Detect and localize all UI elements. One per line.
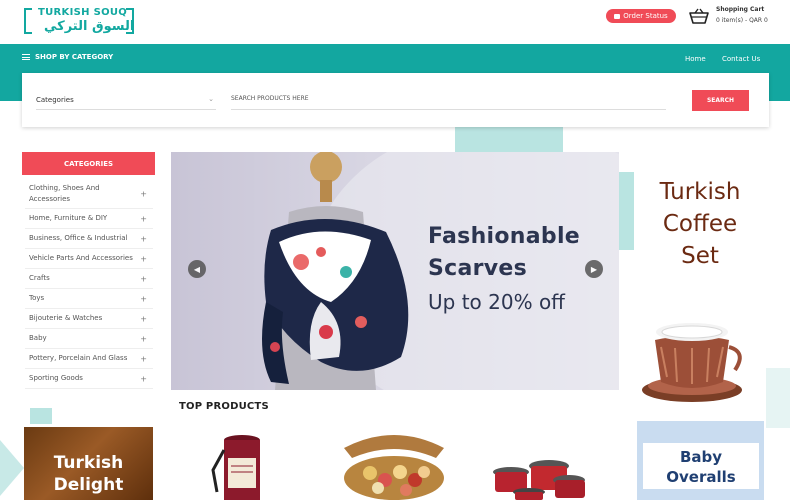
slide-offer: Up to 20% off [428, 290, 565, 314]
chevron-right-icon: ▶ [590, 264, 598, 274]
coffee-banner-line3: Set [681, 243, 719, 269]
plus-icon[interactable]: + [140, 313, 147, 324]
plus-icon[interactable]: + [140, 333, 147, 344]
sidebar-category-item[interactable]: Business, Office & Industrial + [25, 229, 153, 249]
coffee-banner-line2: Coffee [662, 211, 738, 237]
decorative-shape [0, 440, 24, 496]
category-label: Vehicle Parts And Accessories [29, 254, 133, 262]
plus-icon[interactable]: + [140, 293, 147, 304]
category-label: Business, Office & Industrial [29, 234, 128, 242]
sidebar-category-item[interactable]: Pottery, Porcelain And Glass + [25, 349, 153, 369]
categories-header: CATEGORIES [22, 152, 155, 175]
overalls-banner-line2: Overalls [666, 468, 736, 486]
cart-title[interactable]: Shopping Cart [716, 6, 764, 13]
logo-bracket-left [24, 8, 32, 34]
plus-icon[interactable]: + [140, 253, 147, 264]
coffee-banner-text: Turkish Coffee Set [637, 176, 763, 272]
logo-english-text: TURKISH SOUQ [38, 7, 128, 18]
coffee-banner-line1: Turkish [659, 179, 741, 205]
decorative-shape [455, 127, 563, 153]
sidebar-category-item[interactable]: Baby + [25, 329, 153, 349]
page-root: TURKISH SOUQ السوق التركي Order Status S… [0, 0, 790, 500]
delight-banner-text: Turkish Delight [24, 452, 153, 496]
nav-link-contact-us[interactable]: Contact Us [722, 55, 760, 63]
slide-title-line2: Scarves [428, 256, 528, 281]
scarf-mannequin-image [262, 152, 619, 390]
category-label: Pottery, Porcelain And Glass [29, 354, 128, 362]
category-label: Toys [29, 294, 45, 302]
category-label: Baby [29, 334, 47, 342]
product-card[interactable] [205, 430, 275, 500]
category-label: Home, Furniture & DIY [29, 214, 108, 222]
product-image-cookware-set [493, 460, 585, 500]
category-label: Crafts [29, 274, 50, 282]
category-list: Clothing, Shoes And Accessories + Home, Fu… [25, 180, 153, 389]
nav-link-home[interactable]: Home [685, 55, 706, 63]
plus-icon[interactable]: + [140, 213, 147, 224]
product-image-delight-box [344, 435, 444, 500]
slider-prev-button[interactable]: ◀ [188, 260, 206, 278]
delight-banner-line2: Delight [53, 475, 124, 495]
logo-arabic-text: السوق التركي [44, 19, 135, 34]
delight-banner-line1: Turkish [53, 453, 124, 473]
menu-icon [22, 54, 30, 60]
slide-title-line1: Fashionable [428, 224, 581, 249]
search-button[interactable]: SEARCH [692, 90, 749, 111]
plus-icon[interactable]: + [140, 373, 147, 384]
chevron-left-icon: ◀ [193, 264, 201, 274]
sidebar-category-item[interactable]: Bijouterie & Watches + [25, 309, 153, 329]
category-label: Bijouterie & Watches [29, 314, 103, 322]
overalls-banner-text: Baby Overalls [643, 447, 759, 487]
shop-by-category-label: SHOP BY CATEGORY [35, 53, 114, 61]
sidebar-category-item[interactable]: Vehicle Parts And Accessories + [25, 249, 153, 269]
product-image-tea-canister [211, 435, 260, 500]
plus-icon[interactable]: + [140, 189, 147, 200]
shop-by-category-toggle[interactable]: SHOP BY CATEGORY [22, 53, 113, 61]
category-label: Sporting Goods [29, 374, 83, 382]
order-status-label: Order Status [623, 12, 668, 20]
top-products-heading: TOP PRODUCTS [179, 401, 269, 412]
cart-summary[interactable]: 0 item(s) - QAR 0 [716, 17, 768, 24]
hero-slider[interactable] [171, 152, 619, 390]
category-select-value: Categories [36, 96, 74, 104]
decorative-shape [766, 368, 790, 428]
search-input[interactable] [231, 88, 666, 110]
category-label: Clothing, Shoes And Accessories [29, 184, 100, 203]
category-select[interactable]: Categories ⌄ [36, 88, 216, 110]
product-card[interactable] [340, 428, 448, 500]
product-card[interactable] [489, 448, 589, 500]
slider-next-button[interactable]: ▶ [585, 260, 603, 278]
truck-icon [614, 13, 621, 19]
site-logo[interactable]: TURKISH SOUQ السوق التركي [24, 6, 134, 36]
sidebar-category-item[interactable]: Sporting Goods + [25, 369, 153, 389]
plus-icon[interactable]: + [140, 273, 147, 284]
chevron-down-icon: ⌄ [208, 95, 214, 103]
overalls-banner-line1: Baby [679, 448, 723, 466]
order-status-button[interactable]: Order Status [606, 9, 676, 23]
plus-icon[interactable]: + [140, 233, 147, 244]
shopping-basket-icon[interactable] [689, 8, 709, 24]
sidebar-category-item[interactable]: Toys + [25, 289, 153, 309]
sidebar-category-item[interactable]: Clothing, Shoes And Accessories + [25, 180, 153, 209]
sidebar-category-item[interactable]: Home, Furniture & DIY + [25, 209, 153, 229]
decorative-shape [30, 408, 52, 424]
sidebar-category-item[interactable]: Crafts + [25, 269, 153, 289]
plus-icon[interactable]: + [140, 353, 147, 364]
